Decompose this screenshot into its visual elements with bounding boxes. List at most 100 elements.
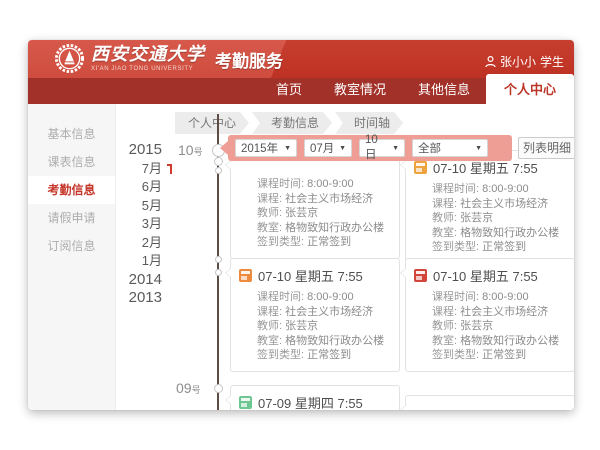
nav-item-3[interactable]: 其他信息: [402, 74, 486, 104]
main-nav: 首页教室情况其他信息个人中心: [28, 78, 574, 104]
timeline-day-label-09: 09号: [176, 380, 201, 398]
field-label: 课程时间:: [432, 291, 482, 303]
field-value: 正常签到: [482, 349, 526, 361]
university-name-cn: 西安交通大学: [91, 46, 205, 64]
field-value: 8:00-9:00: [307, 178, 353, 190]
card-field: 教师: 张芸京: [257, 206, 391, 221]
card-field: 课程时间: 8:00-9:00: [257, 177, 391, 192]
month-dropdown[interactable]: 07月 ▼: [304, 139, 352, 157]
attendance-status-icon: [414, 161, 427, 174]
attendance-status-icon: [239, 269, 252, 282]
card-field: 教室: 格物致知行政办公楼: [257, 334, 391, 349]
field-label: 签到类型:: [257, 236, 307, 248]
nav-item-1[interactable]: 首页: [260, 74, 318, 104]
timeline-day-label-10: 10号: [178, 142, 203, 160]
breadcrumb-item-3[interactable]: 时间轴: [335, 112, 403, 134]
field-label: 教师:: [432, 212, 460, 224]
field-value: 张芸京: [460, 212, 493, 224]
field-value: 正常签到: [307, 236, 351, 248]
chevron-down-icon: ▼: [339, 145, 346, 152]
card-field: 教师: 张芸京: [432, 211, 566, 226]
dropdown-value: 2015年: [241, 140, 278, 156]
user-role: 学生: [540, 53, 564, 70]
nav-item-2[interactable]: 教室情况: [318, 74, 402, 104]
timeline-node-circle: [215, 269, 222, 276]
timeline-month-1月[interactable]: 1月: [94, 252, 162, 271]
timeline-year-2014[interactable]: 2014: [94, 271, 162, 290]
dropdown-value: 全部: [418, 140, 441, 156]
user-name: 张小小: [500, 53, 536, 70]
field-value: 8:00-9:00: [307, 291, 353, 303]
field-label: 签到类型:: [257, 349, 307, 361]
field-label: 课程时间:: [257, 291, 307, 303]
field-value: 社会主义市场经济: [285, 193, 373, 205]
day-dropdown[interactable]: 10日▼: [359, 139, 405, 157]
app-title: 考勤服务: [215, 47, 283, 72]
chevron-down-icon: ▼: [392, 145, 399, 152]
timeline-month-6月[interactable]: 6月: [94, 178, 162, 197]
app-window: 西安交通大学 XI'AN JIAO TONG UNIVERSITY 考勤服务 张…: [28, 40, 574, 410]
card-field: 教室: 格物致知行政办公楼: [432, 334, 566, 349]
year-dropdown[interactable]: 2015年▼: [235, 139, 297, 157]
timeline-month-3月[interactable]: 3月: [94, 215, 162, 234]
field-value: 张芸京: [460, 320, 493, 332]
field-value: 社会主义市场经济: [460, 198, 548, 210]
type-dropdown[interactable]: 全部 ▼: [412, 139, 488, 157]
attendance-status-icon: [414, 269, 427, 282]
card-field: 课程: 社会主义市场经济: [257, 192, 391, 207]
card-field: 教室: 格物致知行政办公楼: [257, 221, 391, 236]
breadcrumb-item-2[interactable]: 考勤信息: [252, 112, 332, 134]
dropdown-value: 07月: [310, 140, 334, 156]
field-label: 教师:: [257, 320, 285, 332]
timeline-node-circle: [215, 167, 222, 174]
field-value: 张芸京: [285, 320, 318, 332]
attendance-card-1: 课程时间: 8:00-9:00课程: 社会主义市场经济教师: 张芸京教室: 格物…: [230, 150, 400, 259]
field-label: 教室:: [257, 222, 285, 234]
card-field: 课程: 社会主义市场经济: [257, 305, 391, 320]
field-label: 教室:: [257, 335, 285, 347]
card-field: 教师: 张芸京: [432, 319, 566, 334]
university-gear-logo-icon: [54, 43, 85, 74]
card-date-title: 07-10 星期五 7:55: [433, 266, 538, 285]
card-field: 课程时间: 8:00-9:00: [432, 182, 566, 197]
field-label: 教师:: [257, 207, 285, 219]
attendance-card-6: [405, 395, 574, 410]
card-field: 教师: 张芸京: [257, 319, 391, 334]
timeline-node-circle: [215, 256, 222, 263]
field-label: 签到类型:: [432, 349, 482, 361]
nav-item-4[interactable]: 个人中心: [486, 74, 574, 104]
field-value: 张芸京: [285, 207, 318, 219]
timeline-month-7月[interactable]: 7月: [94, 160, 162, 179]
field-label: 签到类型:: [432, 241, 482, 253]
list-detail-button[interactable]: 列表明细: [518, 137, 574, 159]
card-field: 教室: 格物致知行政办公楼: [432, 226, 566, 241]
user-account[interactable]: 张小小 学生: [485, 53, 564, 70]
field-label: 课程时间:: [432, 183, 482, 195]
timeline-year-2015[interactable]: 2015: [94, 141, 162, 160]
app-header: 西安交通大学 XI'AN JIAO TONG UNIVERSITY 考勤服务 张…: [28, 40, 574, 78]
card-field: 课程时间: 8:00-9:00: [257, 290, 391, 305]
timeline-month-5月[interactable]: 5月: [94, 197, 162, 216]
field-label: 教师:: [432, 320, 460, 332]
field-value: 格物致知行政办公楼: [460, 335, 559, 347]
breadcrumb: 个人中心考勤信息时间轴: [175, 112, 406, 134]
timeline-node-circle: [214, 384, 223, 393]
current-month-marker: [170, 164, 172, 174]
card-field: 课程时间: 8:00-9:00: [432, 290, 566, 305]
card-date-title: 07-10 星期五 7:55: [258, 266, 363, 285]
field-value: 正常签到: [307, 349, 351, 361]
field-value: 8:00-9:00: [482, 291, 528, 303]
timeline-node-circle: [214, 157, 223, 166]
chevron-down-icon: ▼: [475, 145, 482, 152]
card-field: 签到类型: 正常签到: [257, 235, 391, 250]
field-value: 格物致知行政办公楼: [460, 227, 559, 239]
breadcrumb-item-1[interactable]: 个人中心: [175, 112, 249, 134]
field-label: 课程时间:: [257, 178, 307, 190]
person-icon: [485, 56, 496, 68]
field-label: 课程:: [257, 306, 285, 318]
field-label: 课程:: [432, 198, 460, 210]
field-label: 教室:: [432, 335, 460, 347]
timeline-year-2013[interactable]: 2013: [94, 289, 162, 308]
timeline-month-2月[interactable]: 2月: [94, 234, 162, 253]
field-value: 8:00-9:00: [482, 183, 528, 195]
